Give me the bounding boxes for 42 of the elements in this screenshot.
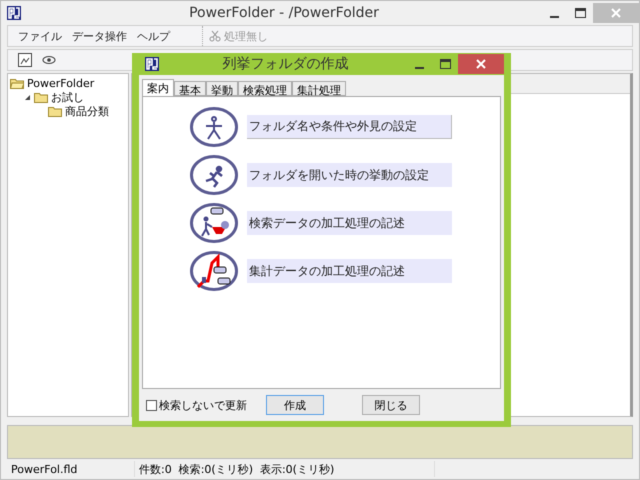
tab[interactable]: 案内 [142,79,174,96]
tab[interactable]: 基本 [174,81,206,96]
close-icon [611,8,621,18]
checkbox[interactable] [146,400,157,410]
setting-link-button[interactable]: 集計データの加工処理の記述 [247,259,452,283]
status-text: PowerFol.fld [7,461,135,477]
menu-item[interactable]: データ操作 [72,28,127,44]
person-icon [189,107,239,147]
setting-link-button[interactable]: フォルダ名や条件や外見の設定 [247,115,452,139]
eye-icon[interactable] [42,55,56,65]
menu-item[interactable]: ヘルプ [137,28,170,44]
minimize-icon [550,16,558,18]
menu-item[interactable]: ファイル [18,28,62,44]
checkbox-label: 検索しないで更新 [159,398,247,412]
close-button[interactable] [458,54,504,74]
close-icon [476,59,486,69]
app-logo-icon [145,57,159,71]
scissors-icon [209,30,221,42]
setting-link-button[interactable]: フォルダを開いた時の挙動の設定 [247,163,452,187]
maximize-icon [440,59,450,69]
tree-item[interactable]: PowerFolder [27,76,94,90]
dialog-button[interactable]: 閉じる [362,395,420,415]
setting-link-button[interactable]: 検索データの加工処理の記述 [247,211,452,235]
runner-icon [189,155,239,195]
app-logo-icon [7,6,21,20]
minimize-icon [414,66,424,68]
tab[interactable]: 検索処理 [238,81,292,96]
dialog-button[interactable]: 作成 [266,395,324,415]
window-title: PowerFolder - /PowerFolder [189,5,379,21]
status-text: 件数:0 検索:0(ミリ秒) 表示:0(ミリ秒) [135,461,435,477]
tree-item[interactable]: お試し [51,90,84,104]
cart-icon [189,203,239,243]
tab[interactable]: 集計処理 [292,81,346,96]
dialog-title: 列挙フォルダの作成 [222,55,348,73]
folder-icon [48,106,62,116]
tree-item[interactable]: 商品分類 [65,104,109,118]
picture-frame-icon[interactable] [18,53,32,67]
maximize-icon [574,8,586,18]
crane-icon [189,251,239,291]
expand-arrow-icon[interactable] [24,94,31,100]
tab[interactable]: 挙動 [206,81,238,96]
folder-icon [34,92,48,102]
